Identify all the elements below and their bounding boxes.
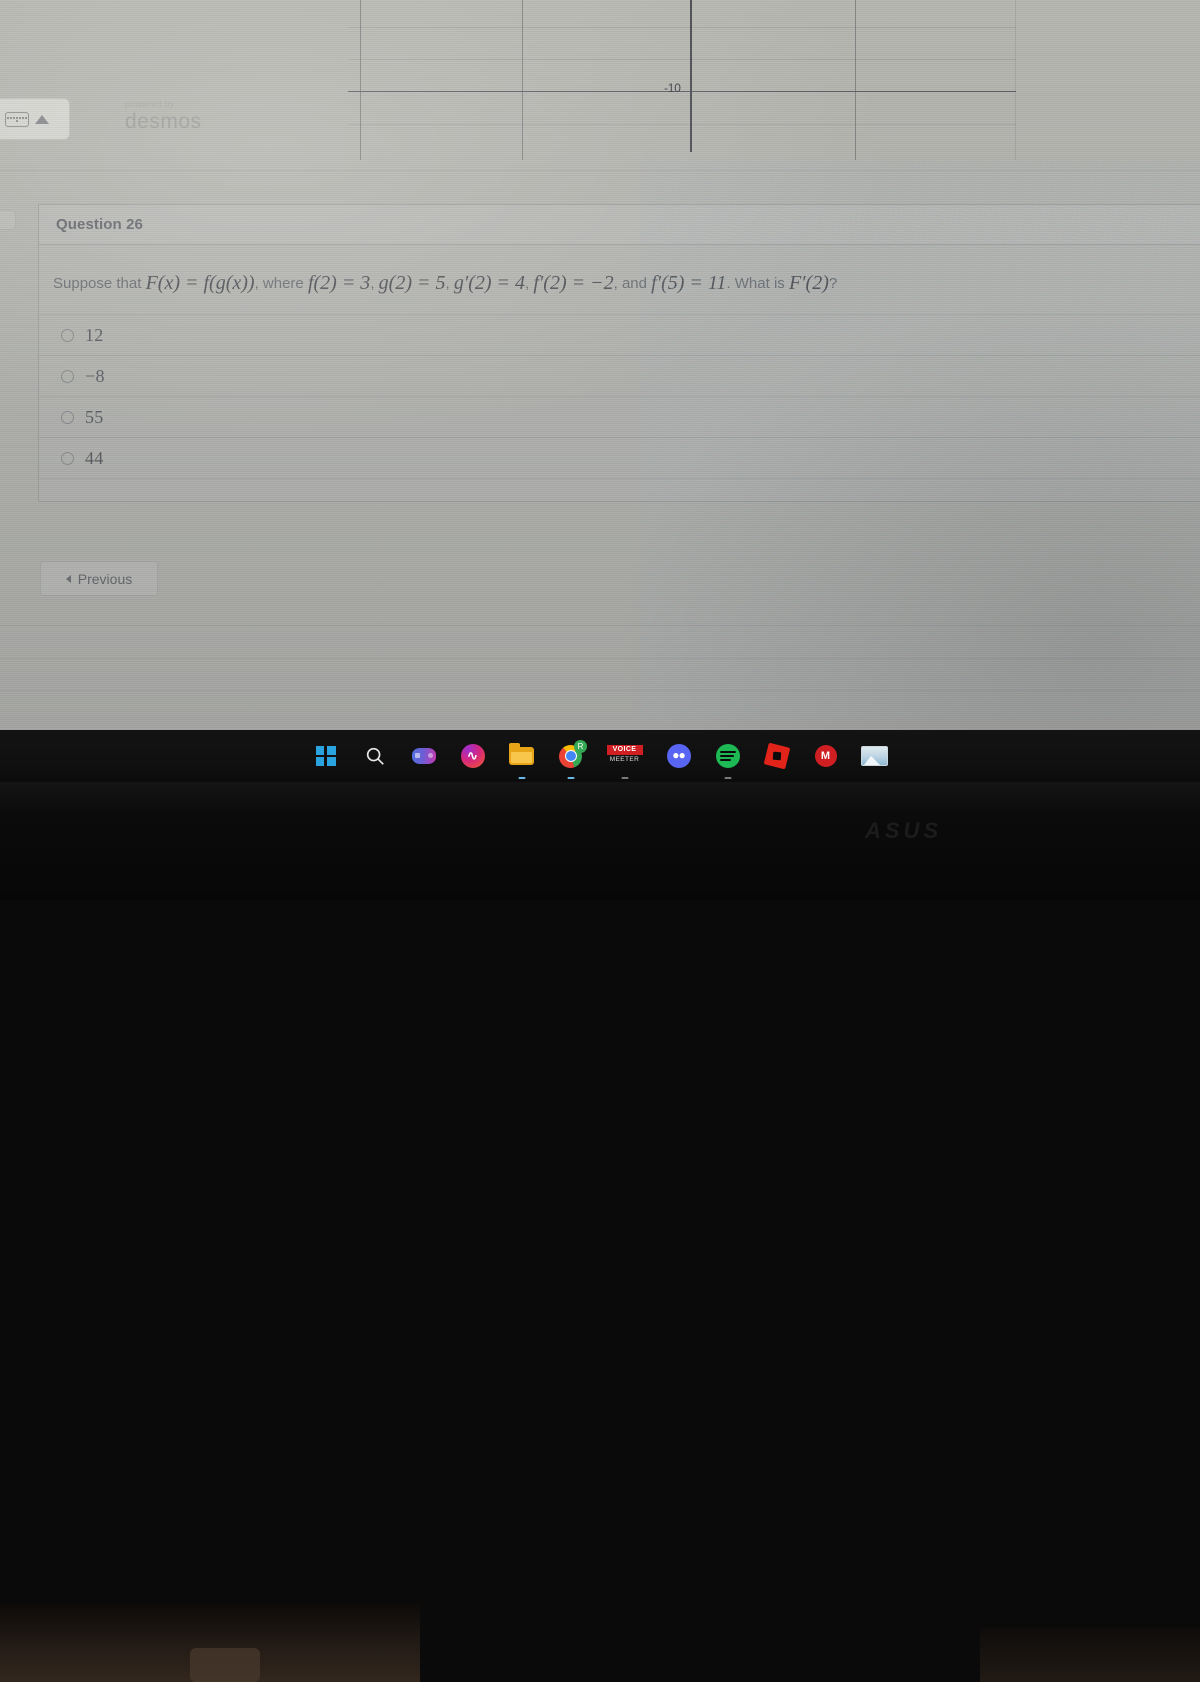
- grid-line-vertical: [360, 0, 361, 160]
- voicemeeter-icon[interactable]: VOICE MEETER: [606, 742, 644, 779]
- running-indicator: [518, 777, 525, 779]
- grid-line-vertical: [855, 0, 856, 160]
- roblox-icon[interactable]: [763, 742, 791, 770]
- answer-option[interactable]: 55: [39, 396, 1200, 437]
- answer-option[interactable]: 12: [39, 314, 1200, 355]
- sep-3: ,: [525, 275, 530, 292]
- expr-f-prime-of-5: f′(5) = 11: [651, 272, 727, 294]
- expr-g-of-2: g(2) = 5: [378, 272, 446, 294]
- running-indicator: [621, 777, 628, 779]
- red-app-icon[interactable]: M: [812, 742, 840, 770]
- question-number-label: Question 26: [56, 216, 143, 233]
- voicemeeter-label-top: VOICE: [606, 745, 643, 755]
- keyboard-icon[interactable]: [5, 111, 29, 127]
- desmos-wordmark: desmos: [125, 110, 202, 133]
- question-and: , and: [613, 275, 647, 292]
- page-rule: [0, 170, 1200, 171]
- file-explorer-icon[interactable]: [508, 742, 536, 779]
- running-indicator: [567, 777, 574, 779]
- desk-surface-right: [980, 1627, 1200, 1682]
- question-header: Question 26: [39, 205, 1200, 245]
- radio-button-icon[interactable]: [61, 410, 74, 424]
- laptop-screen: -10 powered by desmos Question 26 Suppos…: [0, 0, 1200, 730]
- answer-option-label: 55: [85, 406, 104, 427]
- axis-tick-label: -10: [664, 81, 681, 95]
- answer-options-list: 12 −8 55 44: [39, 314, 1200, 478]
- grid-line-horizontal-faint: [348, 124, 1016, 125]
- desmos-graph-panel[interactable]: -10 powered by desmos: [0, 0, 1200, 160]
- voicemeeter-label-bottom: MEETER: [606, 755, 643, 765]
- question-card: Question 26 Suppose that F(x) = f(g(x)),…: [38, 204, 1200, 502]
- radio-button-icon[interactable]: [61, 451, 74, 465]
- question-body: Suppose that F(x) = f(g(x)), where f(2) …: [39, 245, 1200, 501]
- page-rule: [0, 625, 1200, 626]
- question-lead: Suppose that: [53, 275, 142, 292]
- expr-f-prime-of-2: f′(2) = −2: [533, 272, 614, 294]
- red-app-glyph: M: [820, 749, 831, 762]
- messenger-icon[interactable]: ∿: [459, 742, 487, 770]
- chrome-badge: R: [574, 739, 587, 753]
- radio-button-icon[interactable]: [61, 328, 74, 342]
- desmos-toolbar[interactable]: [0, 98, 70, 140]
- card-footer-spacer: [39, 478, 1200, 501]
- spotify-icon[interactable]: [714, 742, 742, 779]
- grid-line-horizontal-faint: [348, 27, 1016, 28]
- question-where: , where: [254, 275, 304, 292]
- desk-object: [190, 1648, 260, 1682]
- answer-option[interactable]: −8: [39, 355, 1200, 396]
- question-mark: ?: [828, 275, 838, 292]
- expr-g-prime-of-2: g′(2) = 4: [453, 272, 526, 294]
- arrow-left-icon: [65, 574, 71, 583]
- answer-option[interactable]: 44: [39, 437, 1200, 478]
- graph-y-axis: [690, 0, 692, 152]
- page-rule: [0, 658, 1200, 659]
- asus-brand-logo: ASUS: [865, 818, 943, 843]
- running-indicator: [724, 777, 731, 779]
- expr-F-definition: F(x) = f(g(x)): [145, 272, 255, 294]
- answer-option-label: −8: [85, 365, 105, 386]
- expr-F-prime-of-2: F′(2): [788, 272, 829, 294]
- previous-button-label: Previous: [77, 570, 133, 587]
- desmos-powered-by-label: powered by: [125, 99, 175, 109]
- page-rule: [0, 690, 1200, 691]
- desmos-branding: powered by desmos: [125, 99, 202, 133]
- start-icon[interactable]: [312, 742, 340, 770]
- radio-button-icon[interactable]: [61, 369, 74, 383]
- game-controller-icon[interactable]: [410, 742, 438, 770]
- question-tail: . What is: [726, 275, 785, 292]
- left-edge-control-stub[interactable]: [0, 210, 16, 230]
- sep-2: ,: [445, 275, 450, 292]
- answer-option-label: 44: [85, 447, 104, 468]
- windows-taskbar: ∿ R VOICE MEETER ●● M: [0, 730, 1200, 782]
- search-icon[interactable]: [361, 742, 389, 770]
- answer-option-label: 12: [85, 324, 104, 345]
- grid-line-vertical: [522, 0, 523, 160]
- expr-f-of-2: f(2) = 3: [307, 272, 371, 294]
- laptop-bezel: [0, 782, 1200, 1682]
- chrome-icon[interactable]: R: [557, 739, 587, 779]
- sep-1: ,: [370, 275, 375, 292]
- question-text: Suppose that F(x) = f(g(x)), where f(2) …: [39, 245, 1200, 314]
- photo-thumbnail-icon[interactable]: [861, 742, 889, 770]
- grid-line-vertical-faint: [1015, 0, 1016, 160]
- triangle-up-icon[interactable]: [35, 114, 49, 124]
- grid-line-horizontal-faint: [348, 59, 1016, 60]
- graph-x-axis: [348, 91, 1016, 92]
- previous-button[interactable]: Previous: [40, 561, 158, 596]
- discord-icon[interactable]: ●●: [665, 742, 693, 770]
